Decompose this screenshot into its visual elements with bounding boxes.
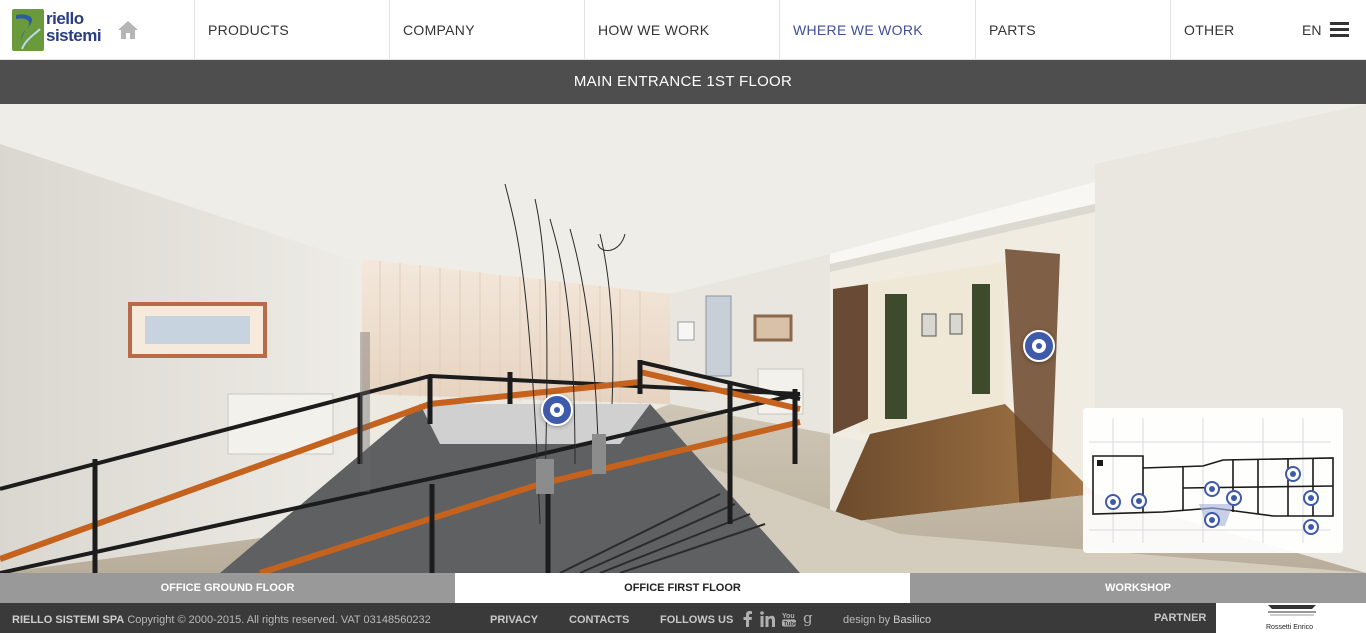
logo-line-1: riello (46, 9, 84, 28)
footer-copyright-line: RIELLO SISTEMI SPA Copyright © 2000-2015… (12, 603, 431, 633)
panorama-hotspot-corridor[interactable] (1023, 330, 1055, 362)
design-credit-prefix: design by (843, 614, 891, 626)
google-plus-icon[interactable]: g (803, 611, 815, 627)
partner-logo-mark (1268, 605, 1316, 616)
nav-products[interactable]: PRODUCTS (194, 0, 390, 60)
partner-logo[interactable]: Rossetti Enrico (1216, 603, 1366, 633)
linkedin-icon[interactable] (760, 611, 775, 627)
follow-us-label: FOLLOWS US (660, 614, 734, 626)
language-selector[interactable]: EN (1302, 0, 1321, 60)
logo-wordmark: riello sistemi (46, 9, 102, 45)
riello-sistemi-logo[interactable]: riello sistemi (12, 9, 108, 53)
partner-label: PARTNER (1154, 612, 1207, 624)
tab-office-first-floor[interactable]: OFFICE FIRST FLOOR (455, 573, 910, 603)
svg-text:g: g (803, 611, 813, 627)
map-marker-8[interactable] (1303, 519, 1319, 535)
tab-office-ground-floor[interactable]: OFFICE GROUND FLOOR (0, 573, 455, 603)
map-marker-7[interactable] (1303, 490, 1319, 506)
tab-workshop[interactable]: WORKSHOP (910, 573, 1366, 603)
map-marker-2[interactable] (1131, 493, 1147, 509)
map-marker-5-current[interactable] (1204, 512, 1220, 528)
nav-parts[interactable]: PARTS (975, 0, 1171, 60)
contacts-link[interactable]: CONTACTS (569, 603, 629, 633)
nav-where-we-work[interactable]: WHERE WE WORK (779, 0, 976, 60)
panorama-hotspot-stairwell[interactable] (541, 394, 573, 426)
floor-tabs: OFFICE GROUND FLOOR OFFICE FIRST FLOOR W… (0, 573, 1366, 603)
panorama-viewer[interactable] (0, 104, 1366, 573)
map-marker-4[interactable] (1226, 490, 1242, 506)
map-marker-1[interactable] (1105, 494, 1121, 510)
floor-plan-minimap[interactable] (1083, 408, 1343, 553)
logo-mark-icon (12, 9, 44, 51)
logo-line-2: sistemi (46, 26, 102, 45)
footer-copyright: Copyright © 2000-2015. All rights reserv… (127, 614, 431, 626)
map-marker-3[interactable] (1204, 481, 1220, 497)
hamburger-menu-icon[interactable] (1330, 22, 1349, 38)
nav-how-we-work[interactable]: HOW WE WORK (584, 0, 780, 60)
nav-other[interactable]: OTHER (1170, 0, 1290, 60)
top-navigation: riello sistemi PRODUCTS COMPANY HOW WE W… (0, 0, 1366, 60)
footer-company-name: RIELLO SISTEMI SPA (12, 614, 125, 626)
partner-name: Rossetti Enrico (1266, 624, 1314, 631)
svg-text:Tube: Tube (784, 621, 797, 627)
location-title: MAIN ENTRANCE 1ST FLOOR (0, 60, 1366, 104)
nav-company[interactable]: COMPANY (389, 0, 585, 60)
privacy-link[interactable]: PRIVACY (490, 603, 538, 633)
footer: RIELLO SISTEMI SPA Copyright © 2000-2015… (0, 603, 1366, 633)
design-credit: design by Basilico (843, 603, 931, 633)
designer-link[interactable]: Basilico (893, 614, 931, 626)
svg-text:You: You (782, 613, 795, 620)
facebook-icon[interactable] (743, 611, 753, 627)
youtube-icon[interactable]: You Tube (782, 611, 796, 627)
map-marker-6[interactable] (1285, 466, 1301, 482)
home-icon[interactable] (117, 20, 139, 40)
